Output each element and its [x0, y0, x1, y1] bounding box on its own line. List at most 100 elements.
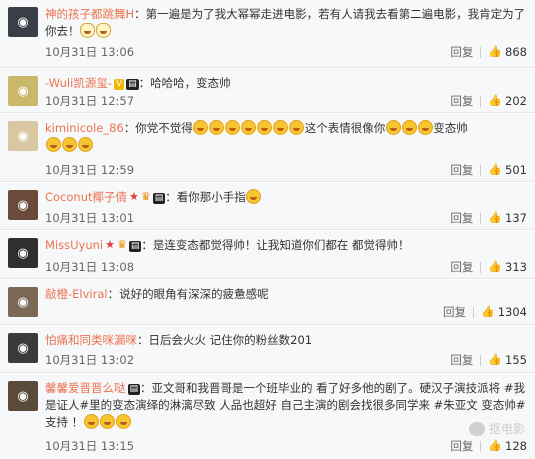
thumbs-up-icon[interactable]: 👍 [488, 44, 502, 60]
list-item: ◉ 神的孩子都跳舞H：第一遍是为了我大幂幂走进电影，若有人请我去看第二遍电影，我… [0, 0, 535, 68]
username-link[interactable]: -Wuli凯源玺- [45, 76, 112, 90]
timestamp: 10月31日 13:06 [45, 45, 135, 59]
thumbs-up-icon[interactable]: 👍 [488, 210, 502, 226]
laughing-face-icon [225, 120, 241, 135]
laughing-face-icon [289, 120, 305, 135]
comment-body: kiminicole_86：你党不觉得 这个表情很像你 变态帅 [45, 120, 527, 154]
comment-text: ：你党不觉得 [123, 121, 193, 135]
divider [480, 212, 482, 224]
like-count: 868 [505, 45, 527, 59]
list-item: ◉ Coconut椰子倩 ★ ♛ ▤ ：看你那小手指 10月31日 13:01 回复 👍… [0, 183, 535, 230]
divider [480, 261, 482, 273]
comment-meta: 10月31日 13:01 回复 👍 137 [45, 210, 527, 226]
divider [480, 354, 482, 366]
like-count: 155 [505, 353, 527, 367]
thumbs-up-icon[interactable]: 👍 [488, 162, 502, 178]
list-item: ◉ 馨馨爱晋晋么哒 ▤ ：亚文哥和我晋哥是一个班毕业的 看了好多他的剧了。硬汉子演技… [0, 374, 535, 459]
reply-button[interactable]: 回复 [443, 304, 466, 320]
reply-button[interactable]: 回复 [450, 93, 473, 109]
comment-text: ：看你那小手指 [165, 190, 246, 204]
comment-body: 神的孩子都跳舞H：第一遍是为了我大幂幂走进电影，若有人请我去看第二遍电影，我肯定… [45, 6, 527, 40]
smirk-face-icon [77, 137, 93, 152]
verified-badge-icon: V [113, 79, 125, 90]
comment-meta: 10月31日 12:57 回复 👍 202 [45, 93, 527, 109]
crying-laughing-icon [417, 120, 433, 135]
reply-button[interactable]: 回复 [450, 259, 473, 275]
avatar[interactable]: ◉ [8, 287, 38, 317]
comment-text-mid: 这个表情很像你 [304, 121, 386, 135]
timestamp: 10月31日 13:01 [45, 211, 135, 225]
username-link[interactable]: kiminicole_86 [45, 121, 124, 135]
smirk-face-icon [45, 137, 61, 152]
list-item: ◉ -Wuli凯源玺- V ▤ ：哈哈哈，变态帅 10月31日 12:57 回复 👍 … [0, 69, 535, 113]
thumbs-up-icon[interactable]: 👍 [488, 93, 502, 109]
timestamp: 10月31日 13:02 [45, 353, 135, 367]
crying-laughing-icon [385, 120, 401, 135]
crown-badge-icon: ♛ [140, 190, 151, 203]
username-link[interactable]: 怕痛和同类咪漏咪 [45, 333, 137, 347]
vip-badge-icon: ▤ [152, 193, 166, 204]
comment-text: ：哈哈哈，变态帅 [138, 76, 231, 90]
comment-text-end: 变态帅 [433, 121, 468, 135]
avatar[interactable]: ◉ [8, 333, 38, 363]
reply-button[interactable]: 回复 [450, 438, 473, 454]
username-link[interactable]: MissUyuni [45, 238, 103, 252]
comment-body: Coconut椰子倩 ★ ♛ ▤ ：看你那小手指 [45, 189, 527, 206]
reply-button[interactable]: 回复 [450, 352, 473, 368]
cat-face-icon [80, 23, 95, 38]
thumbs-up-icon[interactable]: 👍 [481, 304, 495, 320]
divider [480, 164, 482, 176]
comment-meta: 10月31日 13:08 回复 👍 313 [45, 259, 527, 275]
smile-face-icon [83, 414, 99, 429]
timestamp: 10月31日 12:59 [45, 163, 135, 177]
avatar[interactable]: ◉ [8, 381, 38, 411]
vip-badge-icon: ▤ [127, 384, 141, 395]
like-count: 1304 [497, 305, 527, 319]
divider [480, 95, 482, 107]
laughing-face-icon [246, 189, 262, 204]
comment-text: ：日后会火火 记住你的粉丝数201 [137, 333, 313, 347]
divider [480, 440, 482, 452]
comment-meta: 10月31日 13:02 回复 👍 155 [45, 352, 527, 368]
username-link[interactable]: 神的孩子都跳舞H [45, 7, 134, 21]
reply-button[interactable]: 回复 [450, 44, 473, 60]
reply-button[interactable]: 回复 [450, 210, 473, 226]
divider [473, 306, 475, 318]
reply-button[interactable]: 回复 [450, 162, 473, 178]
username-link[interactable]: 敲橙-Elviral [45, 287, 108, 301]
comment-body: -Wuli凯源玺- V ▤ ：哈哈哈，变态帅 [45, 75, 527, 92]
like-count: 137 [505, 211, 527, 225]
timestamp: 10月31日 12:57 [45, 94, 135, 108]
like-count: 313 [505, 260, 527, 274]
thumbs-up-icon[interactable]: 👍 [488, 259, 502, 275]
comment-meta: 10月31日 12:59 回复 👍 501 [45, 162, 527, 178]
star-badge-icon: ★ [129, 190, 139, 203]
avatar[interactable]: ◉ [8, 7, 38, 37]
avatar[interactable]: ◉ [8, 190, 38, 220]
list-item: ◉ 怕痛和同类咪漏咪：日后会火火 记住你的粉丝数201 10月31日 13:02… [0, 326, 535, 373]
thumbs-up-icon[interactable]: 👍 [488, 438, 502, 454]
smile-face-icon [99, 414, 115, 429]
avatar[interactable]: ◉ [8, 238, 38, 268]
like-count: 128 [505, 439, 527, 453]
watermark-text: 抠电影 [488, 422, 525, 436]
username-link[interactable]: Coconut椰子倩 [45, 190, 127, 204]
comment-body: 怕痛和同类咪漏咪：日后会火火 记住你的粉丝数201 [45, 332, 527, 349]
crying-laughing-icon [401, 120, 417, 135]
list-item: ◉ MissUyuni ★ ♛ ▤ ：是连变态都觉得帅！让我知道你们都在 都觉得帅！ 1… [0, 231, 535, 279]
wechat-icon [468, 421, 485, 436]
like-count: 202 [505, 94, 527, 108]
comment-body: 敲橙-Elviral：说好的眼角有深深的疲惫感呢 [45, 286, 527, 303]
crown-badge-icon: ♛ [116, 238, 127, 251]
smirk-face-icon [61, 137, 77, 152]
thumbs-up-icon[interactable]: 👍 [488, 352, 502, 368]
avatar[interactable]: ◉ [8, 76, 38, 106]
laughing-face-icon [273, 120, 289, 135]
username-link[interactable]: 馨馨爱晋晋么哒 [45, 381, 126, 395]
timestamp: 10月31日 13:08 [45, 260, 135, 274]
laughing-face-icon [193, 120, 209, 135]
avatar[interactable]: ◉ [8, 121, 38, 151]
smile-face-icon [115, 414, 131, 429]
like-count: 501 [505, 163, 527, 177]
vip-badge-icon: ▤ [128, 241, 142, 252]
